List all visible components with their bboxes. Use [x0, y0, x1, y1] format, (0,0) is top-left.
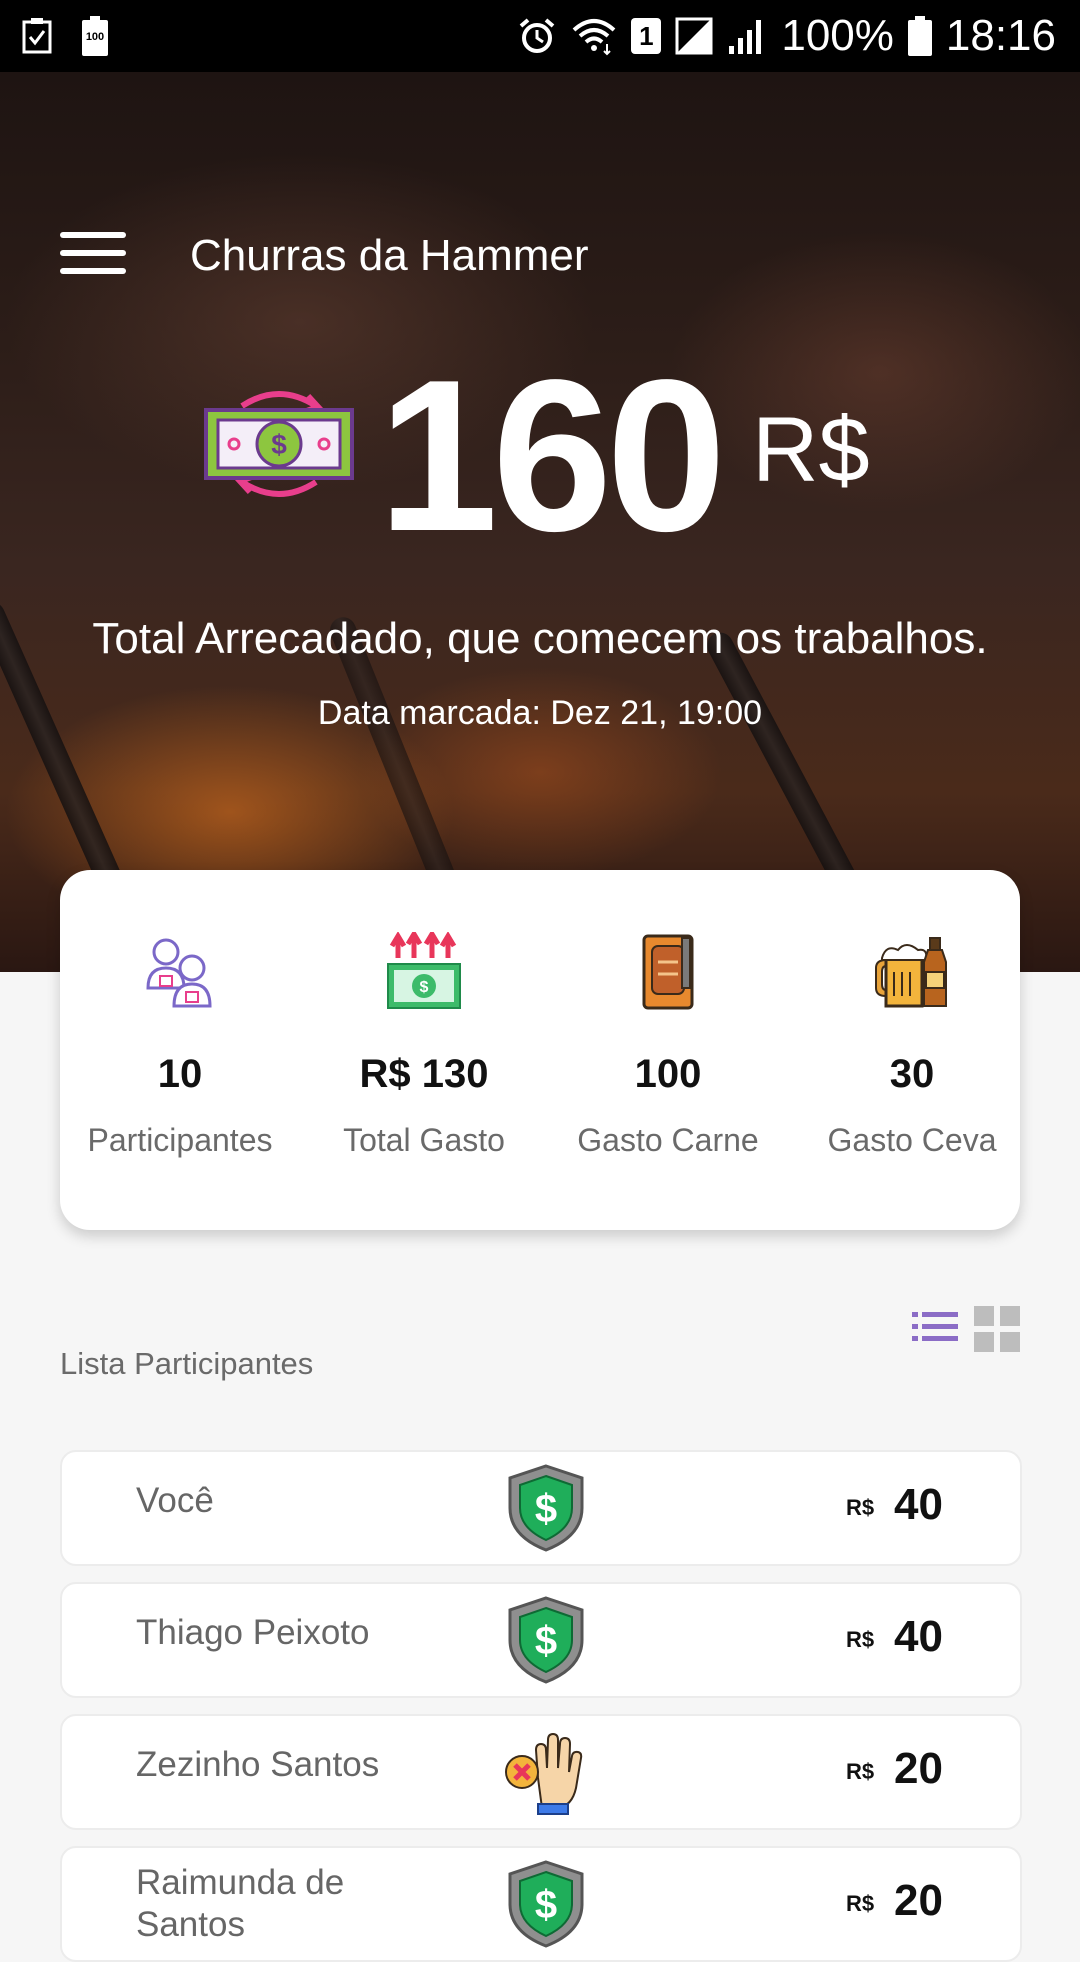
participant-row[interactable]: Thiago Peixoto $ R$ 40	[60, 1582, 1022, 1698]
stat-value: 100	[634, 1052, 702, 1096]
participant-row[interactable]: Você $ R$ 40	[60, 1450, 1022, 1566]
list-view-icon	[912, 1312, 958, 1341]
meat-cutting-board-icon	[642, 934, 694, 1010]
paid-shield-icon: $	[508, 1596, 584, 1684]
hamburger-line	[60, 268, 126, 274]
event-date: Data marcada: Dez 21, 19:00	[317, 694, 763, 732]
money-exchange-icon: $	[204, 391, 354, 497]
stat-value: 30	[889, 1052, 935, 1096]
svg-text:$: $	[535, 1619, 557, 1663]
list-view-toggle[interactable]	[912, 1306, 958, 1354]
participant-amount: 20	[894, 1744, 943, 1793]
participant-amount: 40	[894, 1612, 943, 1661]
page-title: Churras da Hammer	[190, 231, 589, 280]
participant-name: Raimunda de Santos	[136, 1863, 345, 1944]
alarm-icon	[520, 18, 555, 53]
participant-currency: R$	[846, 1627, 875, 1652]
stat-label: Total Gasto	[343, 1122, 505, 1158]
participant-amount: 20	[894, 1876, 943, 1925]
participant-name: Zezinho Santos	[136, 1745, 380, 1784]
not-paid-hand-icon	[505, 1732, 583, 1815]
svg-text:$: $	[535, 1487, 557, 1531]
signal-no-sim-icon	[675, 17, 713, 55]
stat-value: 10	[157, 1052, 203, 1096]
battery-small-icon: 100	[82, 16, 108, 56]
battery-percent: 100%	[781, 11, 894, 60]
paid-shield-icon: $	[508, 1860, 584, 1948]
paid-shield-icon: $	[508, 1464, 584, 1552]
total-currency: R$	[752, 399, 870, 501]
beer-icon	[875, 937, 947, 1008]
clock: 18:16	[945, 11, 1056, 60]
svg-text:$: $	[535, 1883, 557, 1927]
signal-strength-icon	[729, 20, 762, 54]
participant-currency: R$	[846, 1759, 875, 1784]
stats-card: 10 Participantes $ R$ 130 Total Gasto 10…	[60, 870, 1020, 1230]
task-done-icon	[22, 18, 52, 54]
stat-label: Participantes	[87, 1122, 273, 1158]
stat-label: Gasto Carne	[577, 1122, 759, 1158]
hero-content: Churras da Hammer $ 160 R$ Total Arrecad…	[0, 0, 1080, 900]
hamburger-line	[60, 250, 126, 256]
participant-row[interactable]: Zezinho Santos R$ 20	[60, 1714, 1022, 1830]
wifi-icon	[573, 19, 616, 56]
total-subtitle: Total Arrecadado, que comecem os trabalh…	[92, 614, 988, 663]
participant-name: Você	[136, 1481, 214, 1520]
svg-text:$: $	[271, 429, 287, 460]
participant-currency: R$	[846, 1495, 875, 1520]
participants-icon	[146, 938, 212, 1008]
battery-icon	[907, 16, 932, 56]
grid-view-toggle[interactable]	[974, 1306, 1020, 1354]
grid-view-icon	[974, 1306, 1020, 1352]
participant-amount: 40	[894, 1480, 943, 1529]
money-spent-icon: $	[387, 932, 461, 1009]
participant-row[interactable]: Raimunda de Santos $ R$ 20	[60, 1846, 1022, 1962]
sim-slot-icon: 1	[631, 18, 662, 54]
menu-button[interactable]	[56, 228, 130, 282]
status-bar: 100 1 100% 18:16	[0, 0, 1080, 72]
participant-name: Thiago Peixoto	[136, 1613, 370, 1652]
participant-currency: R$	[846, 1891, 875, 1916]
hamburger-menu-icon	[60, 232, 126, 238]
total-amount: 160	[378, 334, 726, 576]
stat-value: R$ 130	[359, 1052, 489, 1096]
participants-list-title: Lista Participantes	[60, 1346, 314, 1381]
svg-text:$: $	[420, 979, 429, 996]
stat-label: Gasto Ceva	[827, 1122, 997, 1158]
